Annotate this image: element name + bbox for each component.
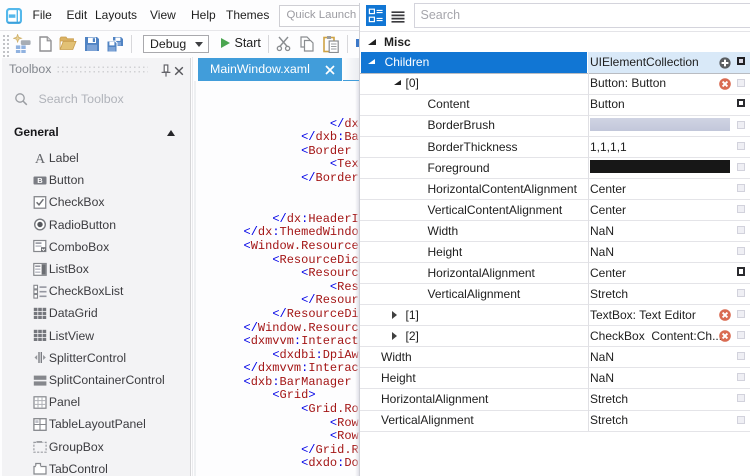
svg-text:B: B	[37, 176, 43, 185]
svg-text:A: A	[35, 152, 46, 166]
